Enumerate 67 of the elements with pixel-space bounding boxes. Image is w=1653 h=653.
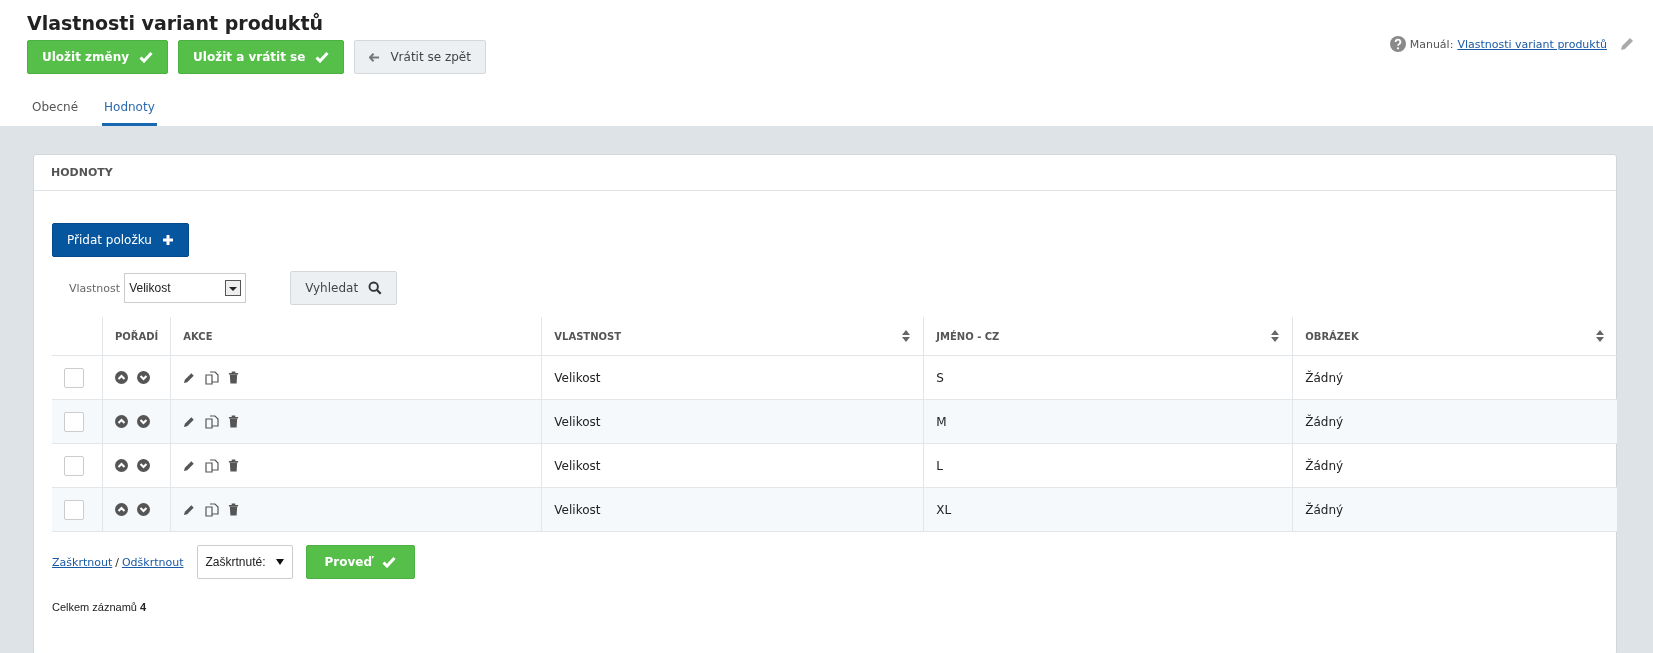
help-icon (1389, 36, 1406, 52)
column-header: POŘADÍ (115, 330, 159, 342)
checkmark-icon (382, 556, 397, 568)
table-cell: S (923, 355, 1293, 400)
table-cell: Velikost (541, 399, 924, 444)
column-header: VLASTNOST (554, 330, 622, 342)
checkmark-icon (139, 51, 154, 63)
uncheck-all-link[interactable]: Odškrtnout (121, 555, 184, 569)
trash-icon[interactable] (228, 503, 240, 516)
column-header: OBRÁZEK (1305, 330, 1359, 342)
table-cell: M (923, 399, 1293, 444)
edit-icon[interactable] (183, 459, 197, 472)
page-title: Vlastnosti variant produktů (27, 12, 325, 34)
copy-icon[interactable] (205, 370, 220, 385)
search-button[interactable]: Vyhledat (290, 271, 398, 305)
row-checkbox[interactable] (64, 499, 84, 520)
trash-icon[interactable] (228, 415, 240, 428)
separator-text: / (115, 555, 119, 569)
plus-icon (161, 234, 174, 246)
table-cell: Velikost (541, 355, 924, 400)
column-header: AKCE (183, 330, 213, 342)
sort-icon[interactable] (901, 329, 912, 343)
bulk-action-select[interactable]: Zaškrtnuté: (196, 545, 293, 579)
search-icon (368, 281, 383, 295)
table-cell: Žádný (1292, 487, 1617, 532)
sort-icon[interactable] (1270, 329, 1281, 343)
move-down-icon[interactable] (137, 459, 150, 472)
row-checkbox[interactable] (64, 367, 84, 388)
table-cell: Žádný (1292, 443, 1617, 488)
copy-icon[interactable] (205, 414, 220, 429)
table-cell: Žádný (1292, 355, 1617, 400)
check-all-link[interactable]: Zaškrtnout (52, 555, 113, 569)
edit-icon[interactable] (183, 503, 197, 516)
table-cell: L (923, 443, 1293, 488)
filter-label: Vlastnost (69, 281, 121, 295)
row-checkbox[interactable] (64, 411, 84, 432)
copy-icon[interactable] (205, 502, 220, 517)
table-cell: Žádný (1292, 399, 1617, 444)
manual-label: Manuál: (1409, 37, 1454, 51)
move-up-icon[interactable] (115, 503, 128, 516)
total-count: Celkem záznamů 4 (52, 601, 148, 613)
move-down-icon[interactable] (137, 371, 150, 384)
move-down-icon[interactable] (137, 415, 150, 428)
column-header: JMÉNO - CZ (936, 330, 1000, 342)
action-button[interactable]: Vrátit se zpět (354, 40, 486, 74)
trash-icon[interactable] (228, 459, 240, 472)
manual-link[interactable]: Vlastnosti variant produktů (1457, 37, 1607, 51)
move-up-icon[interactable] (115, 415, 128, 428)
tab[interactable]: Obecné (30, 94, 81, 126)
panel-title: HODNOTY (51, 166, 113, 179)
table-cell: Velikost (541, 443, 924, 488)
move-up-icon[interactable] (115, 371, 128, 384)
edit-icon[interactable] (183, 371, 197, 384)
table-cell: Velikost (541, 487, 924, 532)
move-up-icon[interactable] (115, 459, 128, 472)
copy-icon[interactable] (205, 458, 220, 473)
add-item-button[interactable]: Přidat položku (52, 223, 189, 257)
row-checkbox[interactable] (64, 455, 84, 476)
arrow-left-icon (369, 51, 381, 63)
table-cell: XL (923, 487, 1293, 532)
edit-icon[interactable] (183, 415, 197, 428)
trash-icon[interactable] (228, 371, 240, 384)
sort-icon[interactable] (1595, 329, 1605, 343)
dropdown-arrow-icon (275, 559, 284, 565)
checkmark-icon (315, 51, 330, 63)
move-down-icon[interactable] (137, 503, 150, 516)
property-select[interactable]: Velikost (124, 273, 247, 303)
